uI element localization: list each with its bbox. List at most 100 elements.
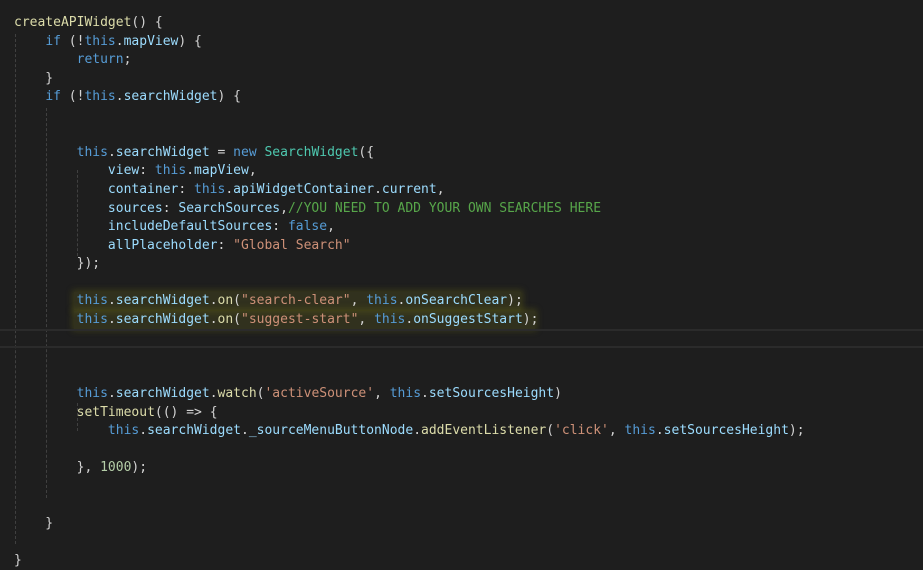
code-token: . <box>107 311 116 327</box>
code-token: . <box>413 423 422 439</box>
code-token: ) { <box>178 33 202 49</box>
code-token: , <box>280 200 288 216</box>
code-token: setSourcesHeight <box>663 423 789 439</box>
code-token: , <box>358 311 375 327</box>
code-token: . <box>115 89 124 105</box>
code-token: }, <box>14 460 101 476</box>
code-token: apiWidgetContainer <box>233 182 375 197</box>
code-line[interactable]: this.searchWidget._sourceMenuButtonNode.… <box>14 422 805 440</box>
code-token: }); <box>14 256 101 272</box>
code-token: false <box>287 219 328 235</box>
code-token: = <box>209 144 234 160</box>
code-token: } <box>14 515 54 531</box>
code-line[interactable]: return; <box>14 51 132 69</box>
code-token: ( <box>546 423 555 439</box>
code-token: allPlaceholder <box>107 237 218 253</box>
code-line[interactable]: this.searchWidget = new SearchWidget({ <box>14 144 374 162</box>
code-token: : <box>272 219 288 235</box>
code-line[interactable]: includeDefaultSources: false, <box>14 218 335 236</box>
code-token: . <box>107 293 116 309</box>
code-token: this <box>84 89 116 105</box>
code-token: this <box>374 311 406 327</box>
code-token: "suggest-start" <box>241 311 359 327</box>
code-token: this <box>624 423 656 439</box>
code-token: : <box>139 163 155 179</box>
code-token: addEventListener <box>421 423 547 439</box>
code-token: . <box>139 423 148 439</box>
code-line[interactable]: }); <box>14 255 100 273</box>
code-token: searchWidget <box>115 144 210 160</box>
code-token: . <box>374 182 382 197</box>
code-line[interactable]: this.searchWidget.on("search-clear", thi… <box>14 292 523 310</box>
code-token: SearchSources <box>178 200 281 216</box>
code-token: this <box>154 163 187 179</box>
code-token: . <box>115 33 124 49</box>
current-line-indicator <box>0 329 923 348</box>
code-line[interactable]: view: this.mapView, <box>14 162 257 180</box>
code-line[interactable]: }, 1000); <box>14 459 147 477</box>
code-token: : <box>162 200 179 216</box>
code-token: () { <box>131 15 163 30</box>
code-token: this <box>84 33 116 49</box>
code-token: searchWidget <box>115 293 210 309</box>
code-token: 'click' <box>554 423 609 439</box>
code-token: this <box>366 293 398 309</box>
code-line[interactable]: allPlaceholder: "Global Search" <box>14 237 351 255</box>
code-token: . <box>421 386 429 401</box>
code-line[interactable]: if (!this.mapView) { <box>14 33 202 51</box>
code-token: . <box>240 423 249 439</box>
code-token: setSourcesHeight <box>428 386 555 401</box>
code-token: onSearchClear <box>405 293 508 309</box>
code-token: mapView <box>194 163 249 179</box>
code-line[interactable]: if (!this.searchWidget) { <box>14 88 241 106</box>
code-token: createAPIWidget <box>14 15 132 30</box>
code-editor[interactable]: createAPIWidget() { if (!this.mapView) {… <box>0 0 923 568</box>
code-line[interactable]: this.searchWidget.on("suggest-start", th… <box>14 311 539 329</box>
code-token: ( <box>233 311 241 327</box>
code-token: this <box>107 423 140 439</box>
code-token: , <box>327 219 335 235</box>
code-token: "Global Search" <box>233 237 351 253</box>
code-token: on <box>217 293 234 309</box>
code-token: , <box>248 163 257 179</box>
code-token: current <box>381 182 437 197</box>
code-token: container <box>107 182 179 197</box>
code-token: includeDefaultSources <box>107 219 273 235</box>
code-line[interactable]: createAPIWidget() { <box>14 14 163 32</box>
code-token: : <box>178 182 195 197</box>
code-token: searchWidget <box>123 89 218 105</box>
code-line[interactable]: this.searchWidget.watch('activeSource', … <box>14 385 562 403</box>
code-token: . <box>225 182 234 197</box>
code-line[interactable]: } <box>14 552 22 570</box>
code-token: if <box>45 33 61 49</box>
code-token: ); <box>507 293 523 309</box>
code-token: SearchWidget <box>264 144 359 160</box>
code-token: searchWidget <box>115 386 210 401</box>
code-token: } <box>14 70 54 86</box>
code-token: onSuggestStart <box>413 311 523 327</box>
code-line[interactable]: } <box>14 515 53 533</box>
code-line[interactable]: setTimeout(() => { <box>14 404 218 422</box>
code-token: this <box>389 386 422 401</box>
code-line[interactable]: container: this.apiWidgetContainer.curre… <box>14 181 445 199</box>
code-token: . <box>209 311 218 327</box>
code-line[interactable]: sources: SearchSources,//YOU NEED TO ADD… <box>14 200 601 218</box>
code-token: //YOU NEED TO ADD YOUR OWN SEARCHES HERE <box>287 200 602 216</box>
code-token: watch <box>217 386 257 401</box>
code-token: (() => { <box>154 404 218 420</box>
code-token: return <box>76 52 124 68</box>
code-line[interactable]: } <box>14 70 53 88</box>
code-token: view <box>107 163 140 179</box>
code-token: . <box>186 163 195 179</box>
